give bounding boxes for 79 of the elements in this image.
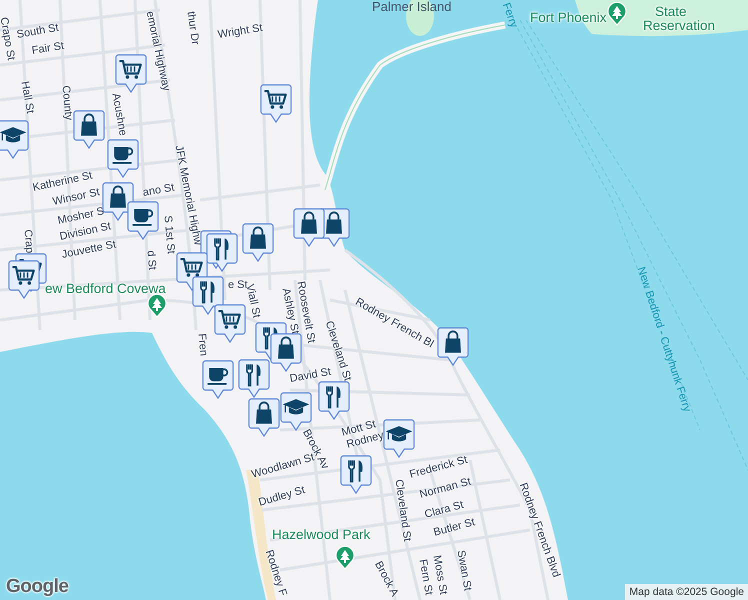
fork-knife-icon <box>348 460 363 482</box>
restaurant-pin[interactable] <box>238 359 270 398</box>
park-label: ew Bedford Covewa <box>45 282 166 296</box>
street-label: South St <box>16 22 60 41</box>
shopping-pin[interactable] <box>260 84 292 123</box>
google-logo[interactable]: Google <box>6 576 68 598</box>
street-label: Wright St <box>217 23 264 41</box>
coffee-cup-icon <box>207 368 228 385</box>
street-label: Winsor St <box>52 187 101 208</box>
street-label: ano St <box>142 182 176 199</box>
school-pin[interactable] <box>0 120 29 159</box>
street-label: David St <box>289 366 332 385</box>
shopping-pin[interactable] <box>214 304 246 343</box>
street-label: Rodney French Blvd <box>516 482 562 580</box>
graduation-cap-icon <box>0 127 26 142</box>
park-label: Hazelwood Park <box>272 528 370 542</box>
street-label: Acushne <box>110 92 128 137</box>
shopping-pin[interactable] <box>115 54 147 93</box>
shopping-bag-icon <box>110 186 126 208</box>
school-pin[interactable] <box>383 419 415 458</box>
coffee-cup-icon <box>112 146 134 164</box>
street-label: d St <box>144 250 158 270</box>
street-label: Fair St <box>31 41 65 57</box>
street-label: Norman St <box>418 476 472 501</box>
street-label: County <box>60 85 74 121</box>
shopping-bag-icon <box>301 212 317 234</box>
cafe-pin[interactable] <box>202 360 234 399</box>
store-pin[interactable] <box>73 110 105 149</box>
ferry-route-label: Ferry <box>500 2 519 30</box>
fork-knife-icon <box>200 280 215 304</box>
shopping-bag-icon <box>278 336 294 359</box>
shopping-bag-icon <box>326 212 342 234</box>
street-label: Crap <box>22 229 35 254</box>
street-label: Rodney F <box>262 548 288 598</box>
fork-knife-icon <box>246 364 261 386</box>
street-label: Fern St <box>416 558 434 596</box>
street-label: S 1st St <box>162 215 176 254</box>
shopping-bag-icon <box>445 330 461 353</box>
park-icon[interactable] <box>607 2 627 26</box>
street-label: Fren <box>196 333 208 357</box>
street-label: Cleveland St <box>392 478 412 542</box>
store-pin[interactable] <box>242 223 274 262</box>
park-icon[interactable] <box>147 294 167 318</box>
street-label: Crapo St <box>0 16 16 62</box>
park-label: Fort Phoenix <box>530 11 607 24</box>
map-view[interactable] <box>0 0 748 600</box>
street-label: Brock A <box>372 560 400 599</box>
cafe-pin[interactable] <box>107 139 139 178</box>
shopping-bag-icon <box>256 402 272 424</box>
street-label: Swan St <box>454 550 473 592</box>
street-label: Jouvette St <box>60 240 118 261</box>
park-label: State <box>655 5 687 18</box>
street-label: Hall St <box>18 80 36 114</box>
store-pin[interactable] <box>437 327 469 366</box>
place-label: Palmer Island <box>372 0 452 13</box>
cart-icon <box>180 258 203 277</box>
coffee-cup-icon <box>132 208 154 226</box>
street-label: thur Dr <box>184 10 200 46</box>
graduation-cap-icon <box>282 399 310 414</box>
street-label: e St <box>228 280 248 291</box>
park-icon[interactable] <box>335 546 355 570</box>
store-pin[interactable] <box>248 398 280 437</box>
cafe-pin[interactable] <box>127 201 159 240</box>
restaurant-pin[interactable] <box>192 276 224 315</box>
cart-icon <box>119 60 142 79</box>
cart-icon <box>218 310 241 329</box>
school-pin[interactable] <box>280 392 312 431</box>
shopping-bag-icon <box>81 114 97 136</box>
street-label: Dudley St <box>257 485 306 509</box>
store-pin[interactable] <box>293 208 325 247</box>
park-label: Reservation <box>643 19 716 32</box>
graduation-cap-icon <box>386 426 412 442</box>
attribution-text: Map data ©2025 Google <box>625 584 748 600</box>
street-label: emorial Highway <box>144 10 172 92</box>
restaurant-pin[interactable] <box>318 381 350 420</box>
cart-icon <box>264 90 287 109</box>
restaurant-pin[interactable] <box>340 455 372 494</box>
fork-knife-icon <box>326 386 341 408</box>
shopping-bag-icon <box>250 226 266 249</box>
